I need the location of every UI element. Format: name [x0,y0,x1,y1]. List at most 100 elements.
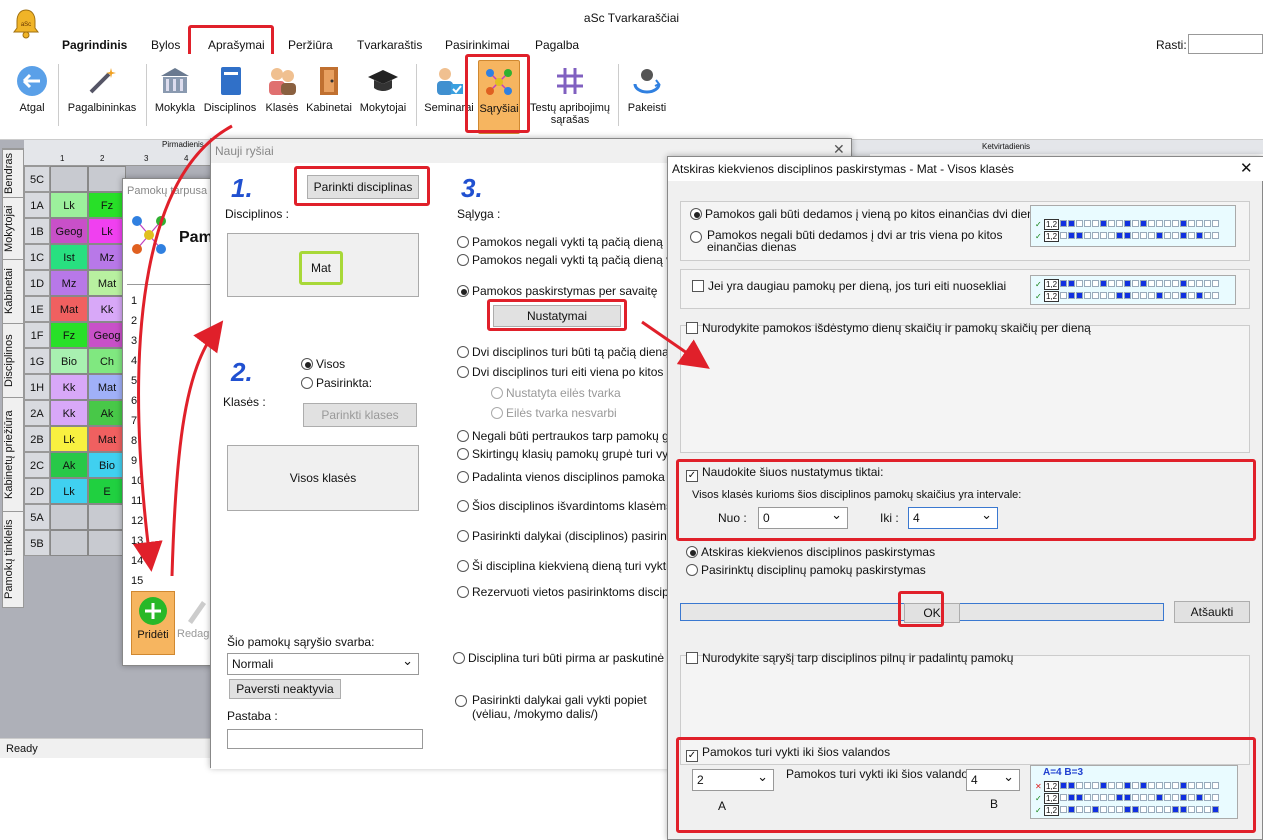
lesson-cell[interactable]: Kk [88,296,126,322]
side-tab-mokytojai[interactable]: Mokytojai [3,197,23,259]
relation-row[interactable]: 1 [131,295,137,307]
lesson-cell[interactable]: Ak [88,400,126,426]
consecutive-days-allowed-radio[interactable]: Pamokos gali būti dedamos į vieną po kit… [690,207,1047,221]
menu-tvarkarastis[interactable]: Tvarkaraštis [357,38,422,52]
condition-1[interactable]: Pamokos negali vykti tą pačią dieną [457,235,663,249]
condition-4[interactable]: Dvi disciplinos turi būti tą pačią dieną [457,345,669,359]
menu-perziura[interactable]: Peržiūra [288,38,333,52]
lesson-cell[interactable] [50,504,88,530]
selected-classes-radio[interactable]: Pasirinkta: [301,376,372,390]
school-button[interactable]: Mokykla [150,60,200,134]
lesson-cell[interactable]: Mz [50,270,88,296]
lesson-cell[interactable]: Bio [50,348,88,374]
lesson-cell[interactable]: Mat [88,374,126,400]
side-tab-kabinetai[interactable]: Kabinetai [3,259,23,323]
lesson-cell[interactable]: Kk [50,400,88,426]
consecutive-days-forbidden-radio[interactable]: Pamokos negali būti dedamos į dvi ar tri… [690,229,1028,253]
class-row-label[interactable]: 1E [24,296,50,322]
back-button[interactable]: Atgal [10,60,54,134]
relation-row[interactable]: 15 [131,575,143,587]
relation-row[interactable]: 7 [131,415,137,427]
lesson-cell[interactable]: Mat [50,296,88,322]
class-row-label[interactable]: 1C [24,244,50,270]
relation-row[interactable]: 3 [131,335,137,347]
lesson-cell[interactable]: Lk [88,218,126,244]
lesson-cell[interactable]: Fz [50,322,88,348]
note-input[interactable] [227,729,423,749]
relation-row[interactable]: 6 [131,395,137,407]
relation-row[interactable]: 5 [131,375,137,387]
relation-row[interactable]: 2 [131,315,137,327]
menu-pagalba[interactable]: Pagalba [535,38,579,52]
lesson-cell[interactable]: Mat [88,270,126,296]
rooms-button[interactable]: Kabinetai [302,60,356,134]
lesson-cell[interactable] [88,504,126,530]
side-tab-disciplinos[interactable]: Disciplinos [3,323,23,397]
lesson-cell[interactable]: Lk [50,426,88,452]
classes-button[interactable]: Klasės [262,60,302,134]
teachers-button[interactable]: Mokytojai [356,60,410,134]
lesson-cell[interactable] [50,166,88,192]
class-row-label[interactable]: 5B [24,530,50,556]
condition-7[interactable]: Skirtingų klasių pamokų grupė turi vykti… [457,447,693,461]
condition-11[interactable]: Ši disciplina kiekvieną dieną turi vykti… [457,559,689,573]
condition-5[interactable]: Dvi disciplinos turi eiti viena po kitos [457,365,663,379]
separate-distribution-radio[interactable]: Atskiras kiekvienos disciplinos paskirst… [686,545,935,559]
relation-row[interactable]: 11 [131,495,142,507]
full-split-checkbox[interactable]: Nurodykite sąryšį tarp disciplinos pilnų… [686,651,1013,665]
test-constraints-button[interactable]: Testų apribojimų sąrašas [526,60,614,134]
condition-6[interactable]: Negali būti pertraukos tarp pamokų grupė [457,429,693,443]
class-row-label[interactable]: 1G [24,348,50,374]
class-row-label[interactable]: 5C [24,166,50,192]
subjects-button[interactable]: Disciplinos [200,60,260,134]
lesson-cell[interactable]: Lk [50,478,88,504]
menu-pagrindinis[interactable]: Pagrindinis [62,38,127,52]
class-row-label[interactable]: 1F [24,322,50,348]
lesson-cell[interactable]: Bio [88,452,126,478]
condition-3[interactable]: Pamokos paskirstymas per savaitę [457,284,657,298]
lesson-cell[interactable]: Mz [88,244,126,270]
relation-row[interactable]: 10 [131,475,143,487]
lesson-cell[interactable] [50,530,88,556]
lesson-cell[interactable]: Kk [50,374,88,400]
lesson-cell[interactable]: E [88,478,126,504]
class-row-label[interactable]: 1D [24,270,50,296]
condition-2[interactable]: Pamokos negali vykti tą pačią dieną vien… [457,253,695,267]
find-input[interactable] [1188,34,1263,54]
side-tab-pamoku-tinklelis[interactable]: Pamokų tinklelis [3,511,23,607]
importance-select[interactable]: Normali [227,651,419,675]
classes-box[interactable]: Visos klasės [227,445,419,511]
lesson-cell[interactable]: Ak [50,452,88,478]
substitute-button[interactable]: Pakeisti [624,60,670,134]
relation-row[interactable]: 14 [131,555,143,567]
selected-distribution-radio[interactable]: Pasirinktų disciplinų pamokų paskirstyma… [686,563,926,577]
lesson-cell[interactable]: Geog [50,218,88,244]
consecutive-lessons-checkbox[interactable]: Jei yra daugiau pamokų per dieną, jos tu… [692,279,1006,293]
lesson-cell[interactable]: Mat [88,426,126,452]
lesson-cell[interactable] [88,166,126,192]
relation-row[interactable]: 12 [131,515,143,527]
relation-row[interactable]: 4 [131,355,137,367]
choose-classes-button[interactable]: Parinkti klases [303,403,417,427]
class-row-label[interactable]: 2A [24,400,50,426]
side-tab-bendras[interactable]: Bendras [3,149,23,197]
add-button[interactable]: Pridėti [131,591,175,655]
close-icon[interactable]: ✕ [1240,159,1253,177]
spread-days-checkbox[interactable]: Nurodykite pamokos išdėstymo dienų skaič… [686,321,1091,335]
all-classes-radio[interactable]: Visos [301,357,345,371]
condition-12[interactable]: Rezervuoti vietos pasirinktoms disciplin… [457,585,691,599]
order-any-radio[interactable]: Eilės tvarka nesvarbi [491,406,617,420]
menu-bylos[interactable]: Bylos [151,38,180,52]
relation-row[interactable]: 8 [131,435,137,447]
condition-9[interactable]: Šios disciplinos išvardintoms klasėms tu… [457,499,692,513]
order-fixed-radio[interactable]: Nustatyta eilės tvarka [491,386,621,400]
class-row-label[interactable]: 5A [24,504,50,530]
condition-13[interactable]: Disciplina turi būti pirma ar paskutinė [453,651,664,665]
lesson-cell[interactable]: Ist [50,244,88,270]
cancel-button[interactable]: Atšaukti [1174,601,1250,623]
condition-14[interactable]: Pasirinkti dalykai gali vykti popiet (vė… [455,693,670,721]
lesson-cell[interactable]: Geog [88,322,126,348]
condition-10[interactable]: Pasirinkti dalykai (disciplinos) pasirin… [457,529,695,543]
class-row-label[interactable]: 2C [24,452,50,478]
class-row-label[interactable]: 1H [24,374,50,400]
